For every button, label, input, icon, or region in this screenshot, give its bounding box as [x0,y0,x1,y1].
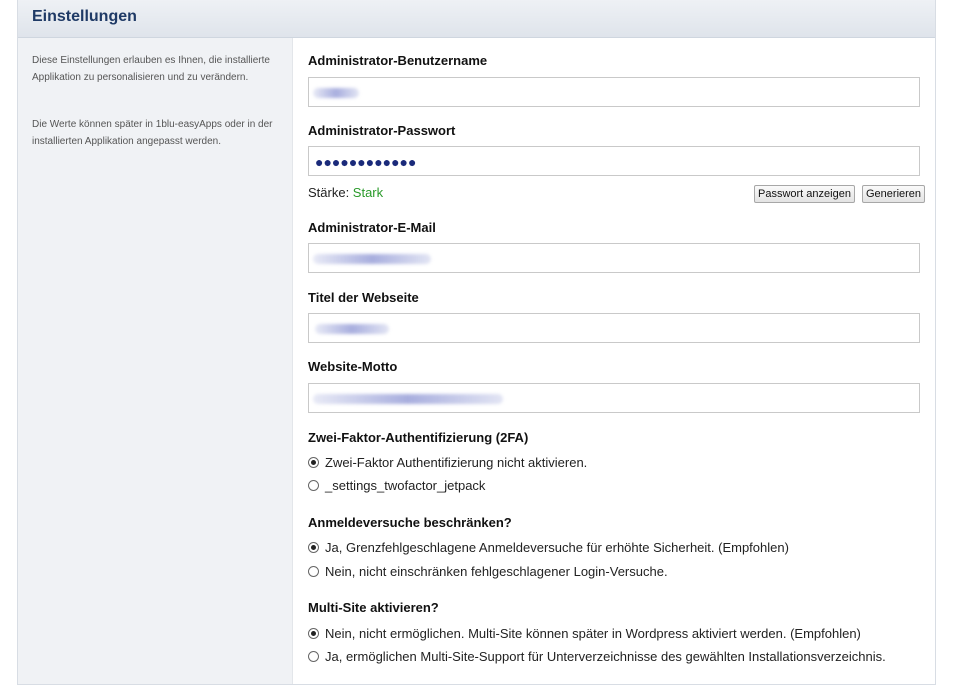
option-label: Nein, nicht ermöglichen. Multi-Site könn… [325,625,861,641]
twofa-option-disable[interactable]: Zwei-Faktor Authentifizierung nicht akti… [308,454,587,470]
redacted-value [313,254,431,264]
site-title-input[interactable] [308,313,920,343]
settings-panel: Einstellungen Diese Einstellungen erlaub… [17,0,936,685]
motto-label: Website-Motto [308,359,398,374]
strength-value: Stark [352,185,384,200]
option-label: Ja, Grenzfehlgeschlagene Anmeldeversuche… [325,539,789,555]
password-strength: Stärke: Stark [308,185,383,200]
redacted-value [313,394,503,404]
login-limit-label: Anmeldeversuche beschränken? [308,515,512,530]
login-limit-option-no[interactable]: Nein, nicht einschränken fehlgeschlagene… [308,563,668,579]
password-mask: ●●●●●●●●●●●● [315,154,417,170]
redacted-value [313,88,359,98]
multisite-label: Multi-Site aktivieren? [308,600,439,615]
email-label: Administrator-E-Mail [308,220,436,235]
radio-icon[interactable] [308,479,319,491]
password-input[interactable]: ●●●●●●●●●●●● [308,146,920,176]
redacted-value [315,324,389,334]
radio-selected-icon[interactable] [308,627,319,639]
show-password-button[interactable]: Passwort anzeigen [754,185,855,203]
multisite-option-yes[interactable]: Ja, ermöglichen Multi-Site-Support für U… [308,648,886,664]
option-label: Zwei-Faktor Authentifizierung nicht akti… [325,454,588,470]
motto-input[interactable] [308,383,920,413]
twofa-option-jetpack[interactable]: _settings_twofactor_jetpack [308,477,485,493]
generate-password-button[interactable]: Generieren [862,185,926,203]
sidebar-description: Diese Einstellungen erlauben es Ihnen, d… [32,55,270,83]
sidebar-note: Die Werte können später in 1blu-easyApps… [32,119,273,147]
username-label: Administrator-Benutzername [308,53,488,68]
strength-label: Stärke: [308,185,353,200]
option-label: Nein, nicht einschränken fehlgeschlagene… [325,563,668,579]
panel-header: Einstellungen [18,0,935,38]
multisite-option-no[interactable]: Nein, nicht ermöglichen. Multi-Site könn… [308,625,861,641]
password-label: Administrator-Passwort [308,123,456,138]
email-input[interactable] [308,243,920,273]
radio-selected-icon[interactable] [308,456,319,468]
login-limit-option-yes[interactable]: Ja, Grenzfehlgeschlagene Anmeldeversuche… [308,539,789,555]
option-label: Ja, ermöglichen Multi-Site-Support für U… [325,648,886,664]
option-label: _settings_twofactor_jetpack [325,477,486,493]
twofa-label: Zwei-Faktor-Authentifizierung (2FA) [308,430,529,445]
page-title: Einstellungen [32,8,137,25]
radio-icon[interactable] [308,565,319,577]
radio-icon[interactable] [308,650,319,662]
radio-selected-icon[interactable] [308,541,319,553]
sidebar-info: Diese Einstellungen erlauben es Ihnen, d… [18,38,293,684]
site-title-label: Titel der Webseite [308,290,419,305]
username-input[interactable] [308,77,920,107]
